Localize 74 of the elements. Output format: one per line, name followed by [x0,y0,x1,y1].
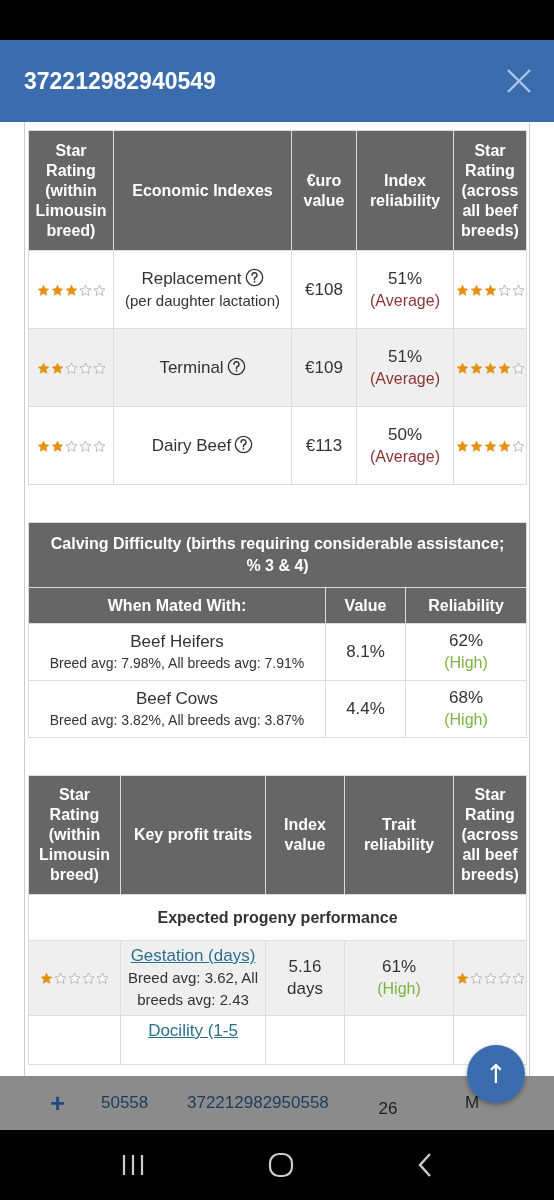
index-name: Terminal [159,357,224,377]
reliability-value: 51% [387,267,423,290]
column-header: Index value [265,775,345,895]
calving-value: 8.1% [325,623,406,681]
home-icon[interactable] [268,1152,294,1178]
window-title: 372212982940549 [24,67,216,95]
column-header: Key profit traits [120,775,266,895]
row-date: 26 [377,1099,399,1119]
column-header: Star Rating (across all beef breeds) [453,775,527,895]
reliability-rating: (High) [376,979,422,999]
column-header: When Mated With: [28,587,326,624]
help-icon[interactable] [226,356,246,376]
star-icon [497,361,511,375]
column-header: Reliability [405,587,527,624]
recent-apps-icon[interactable] [121,1154,146,1176]
index-name: Dairy Beef [151,435,232,455]
breed-averages: Breed avg: 7.98%, All breeds avg: 7.91% [48,654,306,673]
help-icon[interactable] [244,267,264,287]
reliability-rating: (High) [443,653,489,673]
star-icon [483,361,497,375]
reliability-rating: (Average) [369,368,441,389]
euro-value: €113 [291,406,357,485]
reliability-value: 50% [387,423,423,446]
back-icon[interactable] [416,1152,433,1178]
star-icon [64,283,78,297]
breed-averages: Breed avg: 3.62, All breeds avg: 2.43 [126,968,260,1010]
reliability-rating: (Average) [369,290,441,311]
star-icon [455,283,469,297]
column-header: Economic Indexes [113,130,292,251]
column-header: Index reliability [356,130,454,251]
star-icon [469,361,483,375]
star-icon [36,283,50,297]
reliability-value: 68% [448,687,485,709]
column-header: Trait reliability [344,775,454,895]
index-name: Replacement [141,268,242,288]
star-icon [469,439,483,453]
section-heading: Expected progeny performance [28,894,527,941]
column-header: €uro value [291,130,357,251]
reliability-rating: (Average) [369,446,441,467]
breed-averages: Breed avg: 3.82%, All breeds avg: 3.87% [48,711,306,730]
mated-with: Beef Cows [134,688,220,710]
star-icon [50,361,64,375]
star-icon [40,972,53,985]
mated-with: Beef Heifers [129,631,225,653]
euro-value: €109 [291,328,357,407]
star-icon [50,283,64,297]
star-icon [455,972,469,985]
star-icon [497,439,511,453]
euro-value: €108 [291,250,357,329]
table-title: Calving Difficulty (births requiring considerable assistance; % 3 & 4) [28,522,527,588]
star-icon [36,439,50,453]
index-value: 5.16 days [286,956,324,1000]
calving-value: 4.4% [325,680,406,738]
star-icon [469,283,483,297]
star-icon [483,439,497,453]
index-note: (per daughter lactation) [123,290,282,311]
star-icon [36,361,50,375]
column-header: Star Rating (across all beef breeds) [453,130,527,251]
star-icon [455,361,469,375]
tag-number: 372212982950558 [187,1093,330,1113]
close-icon[interactable] [506,68,532,94]
column-header: Star Rating (within Limousin breed) [28,775,121,895]
column-header: Value [325,587,406,624]
reliability-value: 62% [448,630,485,652]
reliability-value: 61% [381,956,417,978]
reliability-value: 51% [387,345,423,368]
column-header: Star Rating (within Limousin breed) [28,130,114,251]
row-id: 50558 [101,1093,150,1113]
star-icon [483,283,497,297]
star-icon [50,439,64,453]
reliability-rating: (High) [443,710,489,730]
star-icon [455,439,469,453]
help-icon[interactable] [234,434,254,454]
trait-link[interactable]: Gestation (days) [130,945,256,967]
